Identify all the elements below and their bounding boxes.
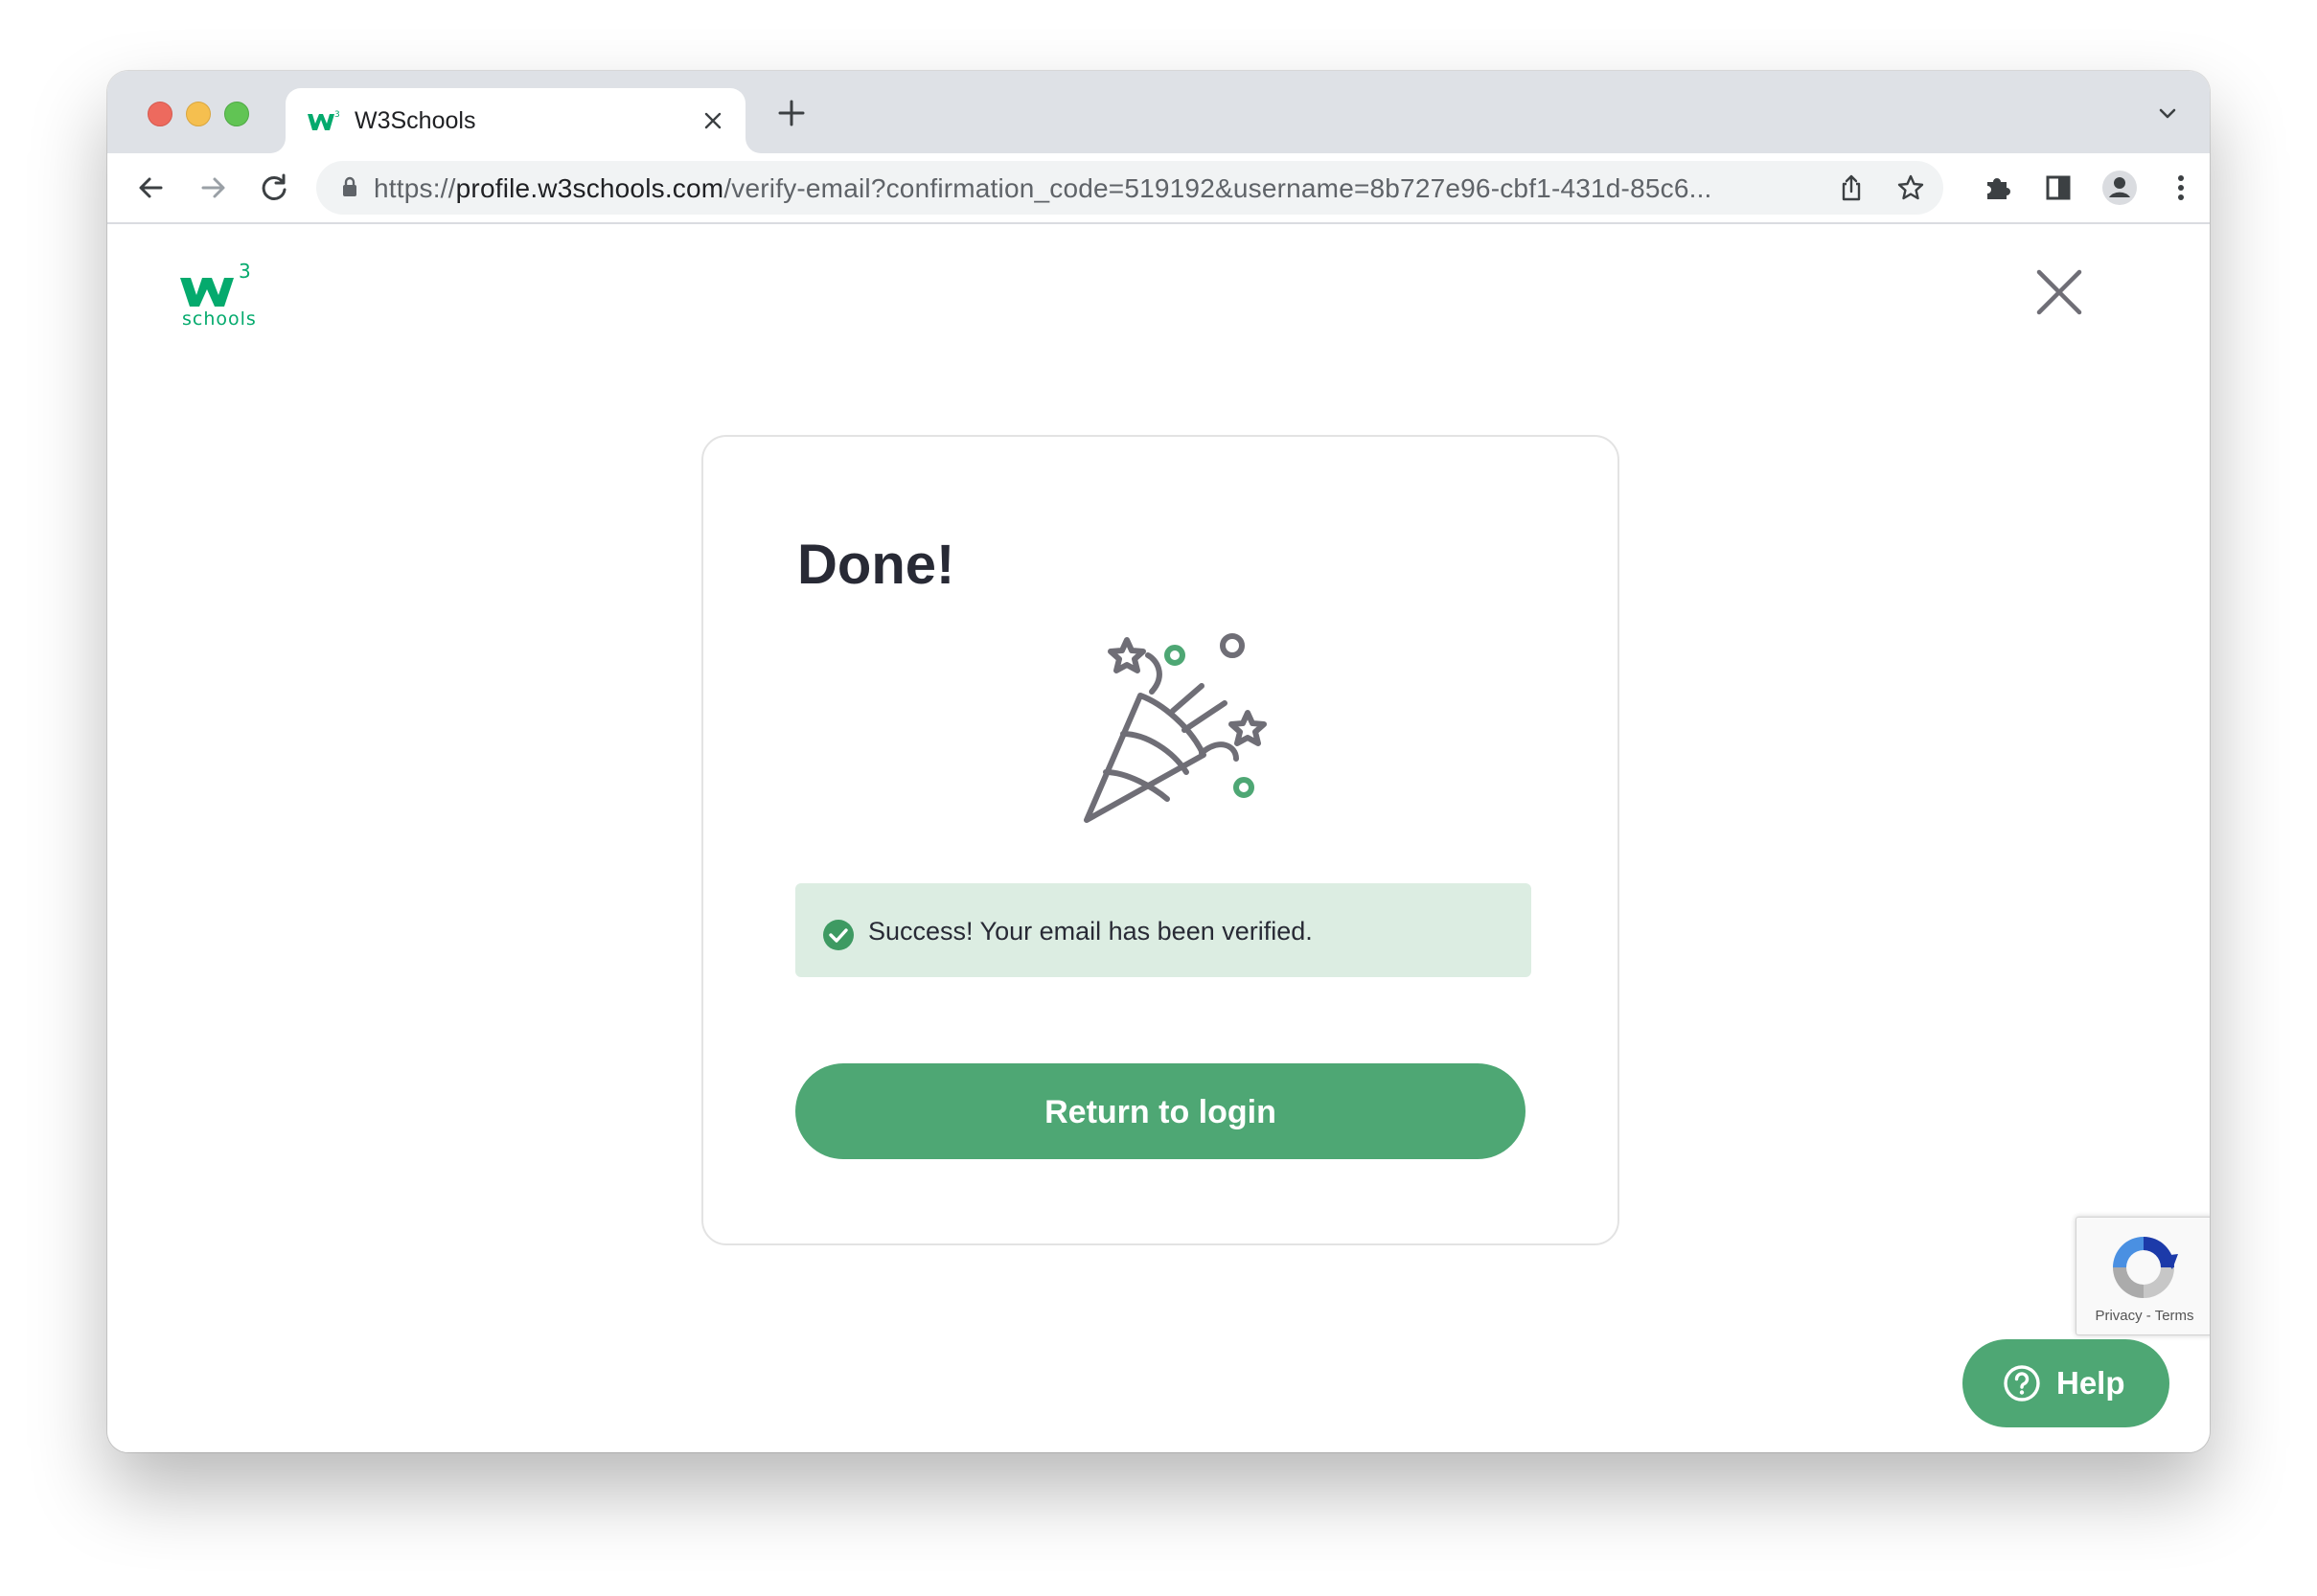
profile-icon[interactable] (2100, 169, 2139, 207)
return-to-login-button[interactable]: Return to login (795, 1063, 1526, 1159)
reload-icon[interactable] (255, 169, 293, 207)
recaptcha-icon (2113, 1237, 2178, 1298)
logo-text: schools (182, 308, 257, 330)
window-zoom-button[interactable] (224, 102, 249, 126)
svg-text:3: 3 (239, 260, 251, 283)
recaptcha-terms-link[interactable]: Terms (2155, 1308, 2194, 1324)
window-close-button[interactable] (148, 102, 172, 126)
tab-title: W3Schools (355, 107, 476, 134)
help-label: Help (2056, 1365, 2125, 1401)
recaptcha-privacy-link[interactable]: Privacy (2095, 1308, 2142, 1324)
new-tab-icon[interactable] (772, 94, 811, 132)
recaptcha-links: Privacy - Terms (2076, 1308, 2210, 1324)
tab-dropdown-icon[interactable] (2154, 100, 2181, 126)
window-minimize-button[interactable] (186, 102, 211, 126)
page-content: 3 schools Done! Success! Your email has … (107, 224, 2210, 1452)
url-text[interactable]: https://profile.w3schools.com/verify-ema… (374, 173, 1712, 204)
check-circle-icon (823, 920, 854, 950)
help-button[interactable]: Help (1962, 1339, 2169, 1427)
side-panel-icon[interactable] (2039, 169, 2077, 207)
url-host: profile.w3schools.com (455, 173, 724, 203)
forward-icon[interactable] (194, 169, 232, 207)
success-message: Success! Your email has been verified. (868, 917, 1313, 946)
address-bar[interactable]: https://profile.w3schools.com/verify-ema… (316, 161, 1943, 215)
page-title: Done! (797, 534, 955, 596)
party-popper-icon (1084, 633, 1267, 823)
tab-strip: 3 W3Schools (107, 71, 2210, 153)
menu-icon[interactable] (2162, 169, 2200, 207)
close-tab-icon[interactable] (701, 109, 724, 132)
svg-text:3: 3 (334, 110, 340, 120)
tab-w3schools[interactable]: 3 W3Schools (286, 88, 746, 153)
w3schools-favicon: 3 (308, 110, 340, 130)
success-alert: Success! Your email has been verified. (795, 883, 1531, 977)
lock-icon[interactable] (341, 176, 358, 197)
back-icon[interactable] (132, 169, 171, 207)
recaptcha-badge[interactable]: Privacy - Terms (2076, 1217, 2210, 1335)
share-icon[interactable] (1836, 172, 1867, 203)
verification-card: Done! Success! Your email has been verif… (701, 435, 1619, 1245)
help-icon (2004, 1365, 2040, 1402)
browser-window: 3 W3Schools https://profile.w3schools.co… (107, 71, 2210, 1452)
browser-toolbar: https://profile.w3schools.com/verify-ema… (107, 153, 2210, 224)
url-path: /verify-email?confirmation_code=519192&u… (723, 173, 1712, 203)
extensions-icon[interactable] (1978, 169, 2016, 207)
bookmark-star-icon[interactable] (1895, 172, 1926, 203)
url-scheme: https:// (374, 173, 456, 203)
close-icon[interactable] (2033, 266, 2085, 318)
recaptcha-separator: - (2142, 1308, 2155, 1324)
